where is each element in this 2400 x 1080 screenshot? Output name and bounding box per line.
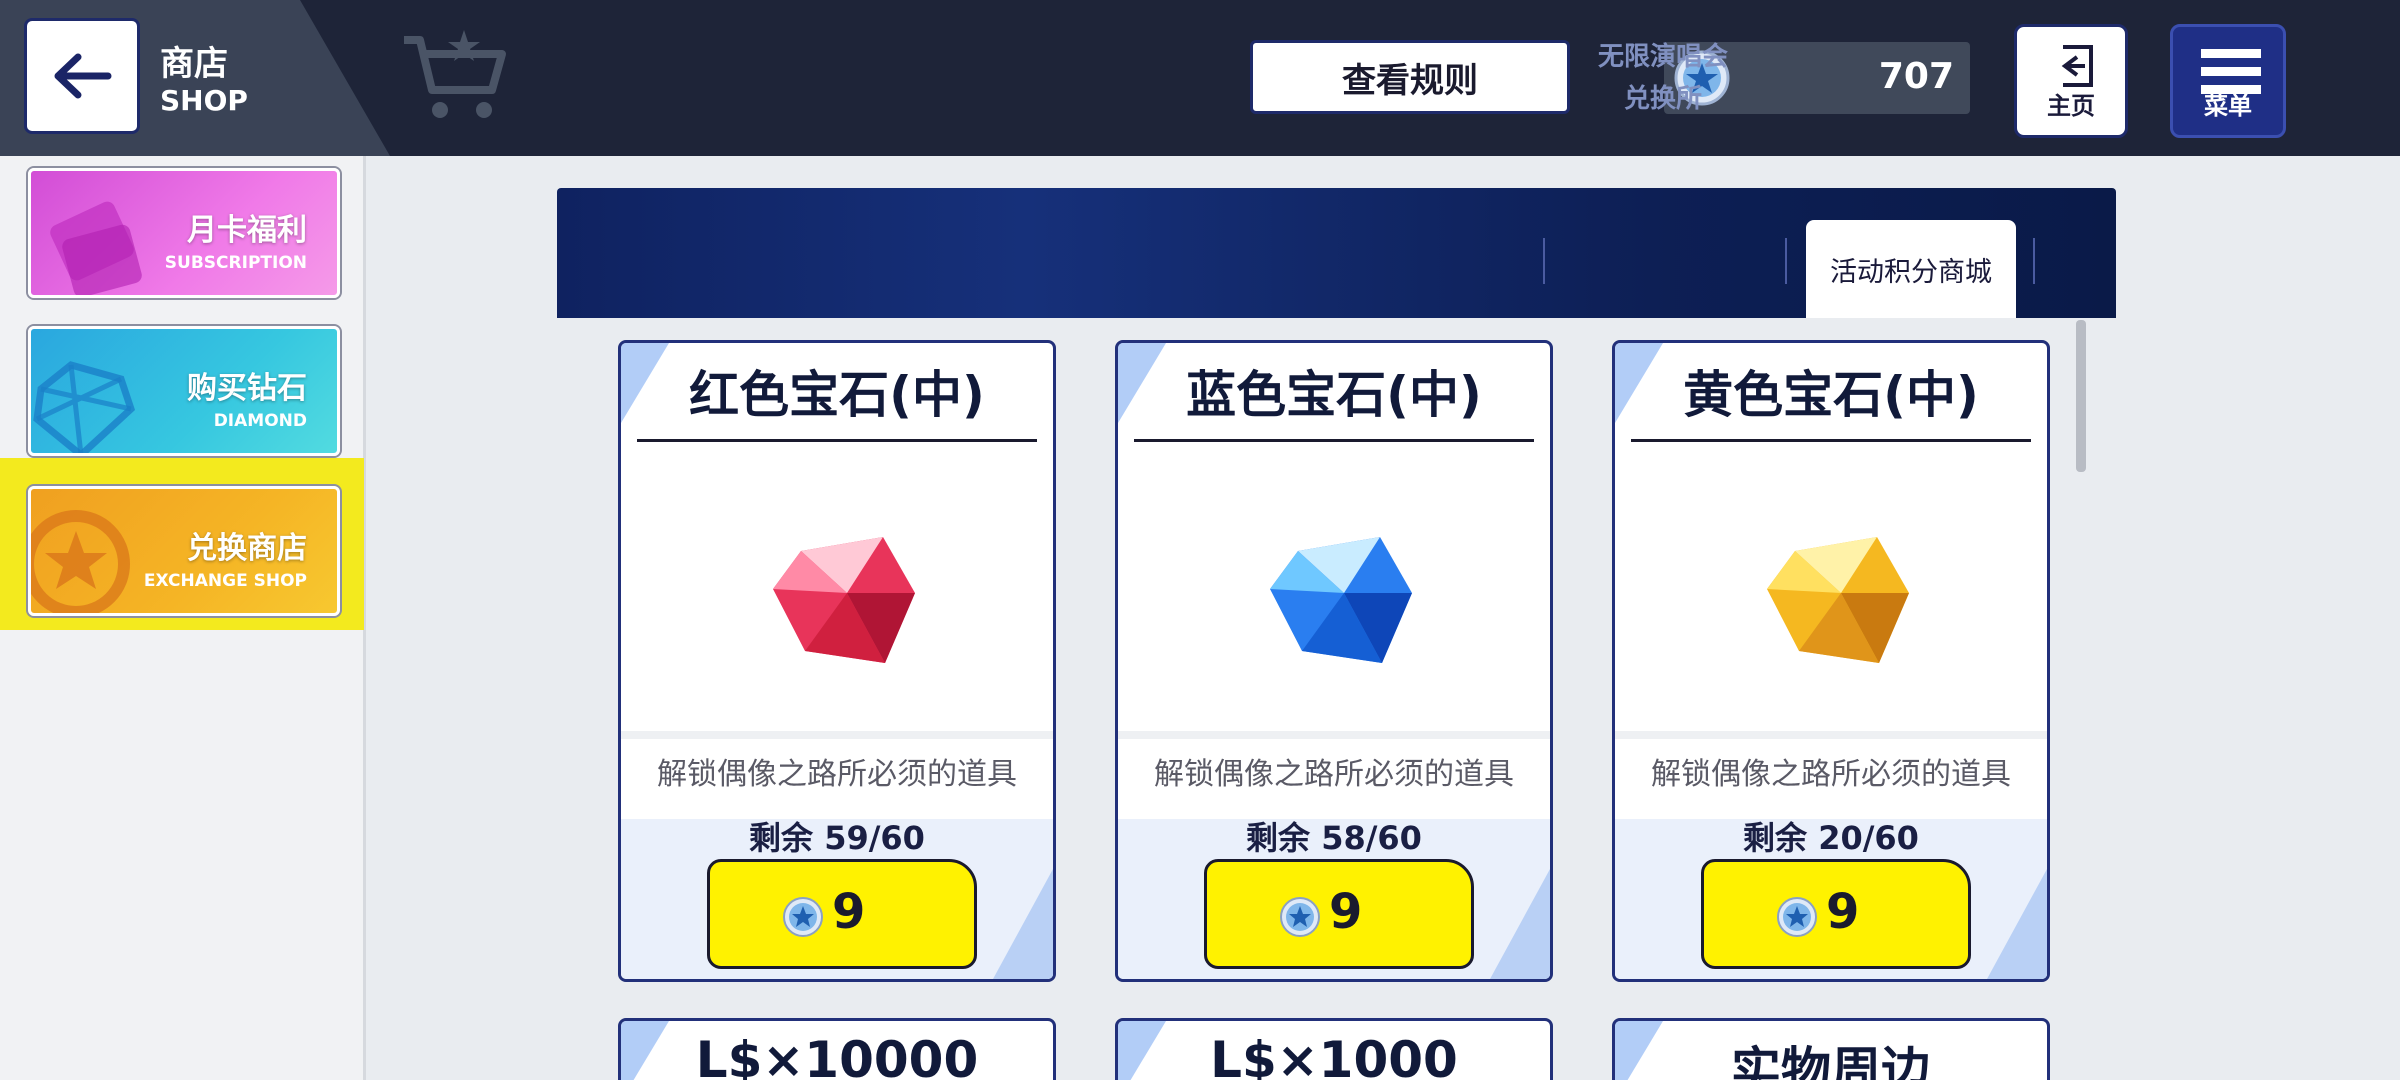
- tab-separator: [1543, 238, 1545, 284]
- back-arrow-icon: [54, 53, 112, 99]
- tab-separator: [2033, 238, 2035, 284]
- sidebar-item-sublabel: DIAMOND: [213, 411, 307, 431]
- red-gem-icon: [773, 537, 915, 663]
- item-remaining: 剩余 20/60: [1743, 819, 1919, 857]
- scrollbar[interactable]: [2076, 320, 2086, 472]
- sidebar-item-label: 购买钻石: [187, 371, 307, 406]
- home-label: 主页: [2047, 92, 2095, 120]
- item-remaining: 剩余 59/60: [749, 819, 925, 857]
- yellow-gem-icon: [1767, 537, 1909, 663]
- item-card[interactable]: L$×1000: [1115, 1018, 1553, 1080]
- item-name: L$×1000: [1210, 1031, 1458, 1080]
- star-coin-icon: [783, 897, 823, 937]
- price: 9: [832, 884, 866, 940]
- card-divider: [1615, 731, 2047, 739]
- tab-label-line1: 无限演唱会: [1597, 42, 1728, 72]
- item-description: 解锁偶像之路所必须的道具: [657, 757, 1017, 792]
- item-remaining: 剩余 58/60: [1246, 819, 1422, 857]
- item-name: 蓝色宝石(中): [1186, 366, 1482, 424]
- item-name: 实物周边: [1731, 1042, 1931, 1080]
- divider: [1631, 439, 2031, 442]
- item-name: 黄色宝石(中): [1683, 366, 1979, 424]
- sidebar-item-label: 月卡福利: [187, 213, 307, 248]
- item-card: 红色宝石(中) 解锁偶像之路所必须的道具 剩余 59/60 9: [618, 340, 1056, 982]
- item-name: L$×10000: [695, 1031, 979, 1080]
- sidebar: 月卡福利 SUBSCRIPTION 购买钻石 DIAMOND 兑换商店 EXCH…: [0, 156, 366, 1080]
- blue-gem-icon: [1270, 537, 1412, 663]
- item-card[interactable]: L$×10000: [618, 1018, 1056, 1080]
- star-medal-icon: [31, 510, 130, 613]
- home-button[interactable]: 主页: [2014, 24, 2128, 138]
- menu-icon-bar: [2201, 67, 2261, 76]
- item-description: 解锁偶像之路所必须的道具: [1651, 757, 2011, 792]
- sidebar-item-sublabel: EXCHANGE SHOP: [143, 571, 307, 591]
- item-name: 红色宝石(中): [689, 366, 985, 424]
- card-divider: [1118, 731, 1550, 739]
- page-subtitle: SHOP: [160, 84, 248, 117]
- menu-button[interactable]: 菜单: [2170, 24, 2286, 138]
- cards-icon: [50, 201, 142, 295]
- sidebar-item-exchange-shop[interactable]: 兑换商店 EXCHANGE SHOP: [28, 486, 340, 616]
- back-button[interactable]: [24, 18, 140, 134]
- cart-icon: [404, 30, 506, 118]
- tab-event-points-shop[interactable]: 活动积分商城: [1806, 220, 2016, 318]
- price: 9: [1826, 884, 1860, 940]
- menu-icon: [2201, 49, 2261, 58]
- sidebar-item-diamond[interactable]: 购买钻石 DIAMOND: [28, 326, 340, 456]
- currency-value: 707: [1878, 56, 1954, 97]
- star-coin-icon: [1777, 897, 1817, 937]
- exit-icon: [2061, 45, 2093, 87]
- card-divider: [621, 731, 1053, 739]
- buy-button[interactable]: 9: [1701, 859, 1971, 969]
- card-corner-decoration: [993, 869, 1053, 979]
- divider: [637, 439, 1037, 442]
- top-bar: 商店 SHOP 查看规则 707 主页 菜单: [0, 0, 2400, 156]
- tab-infinite-concert-exchange[interactable]: 无限演唱会 兑换所: [1548, 36, 1778, 120]
- divider: [1134, 439, 1534, 442]
- star-coin-icon: [1280, 897, 1320, 937]
- sidebar-item-subscription[interactable]: 月卡福利 SUBSCRIPTION: [28, 168, 340, 298]
- tab-separator: [1785, 238, 1787, 284]
- item-card: 蓝色宝石(中) 解锁偶像之路所必须的道具 剩余 58/60 9: [1115, 340, 1553, 982]
- price: 9: [1329, 884, 1363, 940]
- card-corner-decoration: [1987, 869, 2047, 979]
- item-description: 解锁偶像之路所必须的道具: [1154, 757, 1514, 792]
- view-rules-button[interactable]: 查看规则: [1250, 40, 1570, 114]
- tab-label-line2: 兑换所: [1623, 84, 1702, 114]
- item-card: 黄色宝石(中) 解锁偶像之路所必须的道具 剩余 20/60 9: [1612, 340, 2050, 982]
- card-corner-decoration: [1490, 869, 1550, 979]
- buy-button[interactable]: 9: [707, 859, 977, 969]
- buy-button[interactable]: 9: [1204, 859, 1474, 969]
- sidebar-item-sublabel: SUBSCRIPTION: [164, 253, 307, 273]
- item-card[interactable]: 实物周边: [1612, 1018, 2050, 1080]
- page-title: 商店: [160, 44, 228, 84]
- sidebar-item-label: 兑换商店: [187, 531, 307, 566]
- diamond-icon: [33, 361, 136, 453]
- menu-label: 菜单: [2204, 92, 2252, 120]
